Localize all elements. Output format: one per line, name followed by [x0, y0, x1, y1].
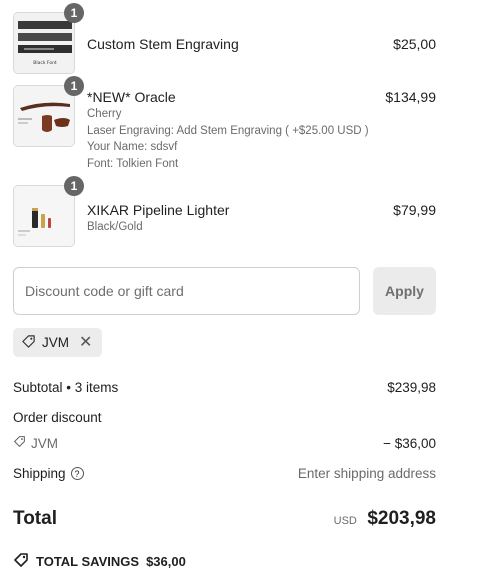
help-icon[interactable]: ? — [70, 467, 84, 480]
shipping-value: Enter shipping address — [297, 466, 436, 481]
thumbnail-caption: Black Font — [33, 60, 57, 66]
product-thumbnail: 1 — [13, 76, 84, 147]
item-option: Font: Tolkien Font — [87, 157, 179, 170]
item-title: XIKAR Pipeline Lighter — [87, 202, 230, 218]
applied-discount-chip: JVM ✕ — [13, 328, 103, 357]
tag-icon — [21, 334, 36, 352]
item-title: Custom Stem Engraving — [87, 36, 239, 52]
product-image — [13, 185, 75, 247]
remove-discount-icon[interactable]: ✕ — [79, 334, 92, 351]
total-row: Total USD $203,98 — [13, 508, 436, 530]
item-price: $134,99 — [385, 89, 436, 105]
subtotal-value: $239,98 — [387, 380, 436, 395]
total-savings: TOTAL SAVINGS $36,00 — [13, 552, 186, 571]
item-variant: Cherry — [87, 108, 122, 120]
apply-discount-button[interactable]: Apply — [373, 267, 436, 315]
discount-form: Apply — [13, 267, 436, 315]
item-title: *NEW* Oracle — [87, 89, 176, 105]
total-label: Total — [13, 508, 57, 529]
subtotal-row: Subtotal • 3 items $239,98 — [13, 380, 436, 395]
tag-icon — [13, 435, 26, 451]
quantity-badge: 1 — [64, 3, 84, 23]
line-item: 1 XIKAR Pipeline Lighter Black/Gold $79,… — [13, 176, 436, 247]
order-discount-row: Order discount — [13, 410, 436, 425]
item-variant: Black/Gold — [87, 221, 143, 233]
item-option: Laser Engraving: Add Stem Engraving ( +$… — [87, 124, 369, 137]
order-discount-label: Order discount — [13, 410, 102, 425]
item-option: Your Name: sdsvf — [87, 141, 178, 153]
discount-code-input[interactable] — [13, 267, 360, 315]
product-image: Black Font — [13, 12, 75, 74]
product-thumbnail: Black Font 1 — [13, 3, 84, 74]
total-value: $203,98 — [367, 508, 436, 529]
discount-code-label: JVM — [42, 335, 69, 350]
subtotal-label: Subtotal • 3 items — [13, 380, 119, 395]
line-item: Black Font 1 Custom Stem Engraving $25,0… — [13, 3, 436, 74]
quantity-badge: 1 — [64, 176, 84, 196]
line-item: 1 *NEW* Oracle Cherry Laser Engraving: A… — [13, 76, 436, 175]
tag-icon — [13, 552, 29, 571]
currency-code: USD — [333, 515, 357, 527]
product-thumbnail: 1 — [13, 176, 84, 247]
discount-detail-code: JVM — [31, 435, 58, 451]
shipping-row: Shipping ? Enter shipping address — [13, 466, 436, 481]
item-price: $79,99 — [393, 202, 436, 218]
discount-detail-row: JVM − $36,00 — [13, 435, 436, 451]
savings-label: TOTAL SAVINGS — [36, 554, 140, 569]
shipping-label: Shipping — [13, 466, 66, 481]
product-image — [13, 85, 75, 147]
quantity-badge: 1 — [64, 76, 84, 96]
discount-amount: − $36,00 — [383, 435, 436, 451]
item-price: $25,00 — [393, 36, 436, 52]
savings-value: $36,00 — [146, 554, 186, 569]
